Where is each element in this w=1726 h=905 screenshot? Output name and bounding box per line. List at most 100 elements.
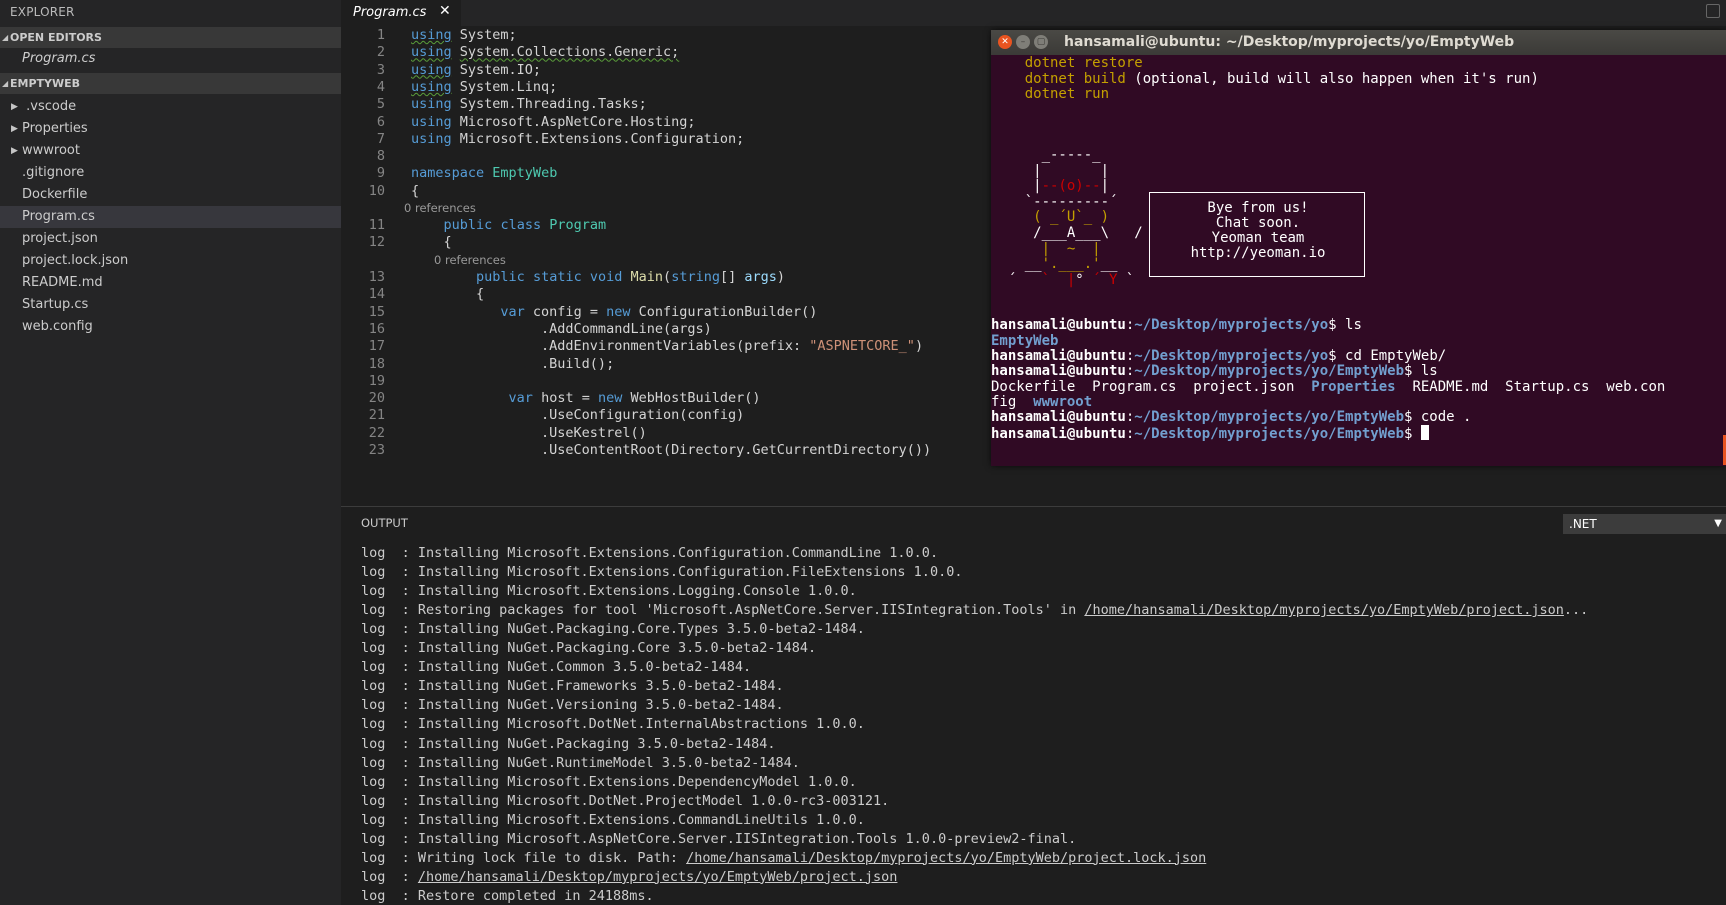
text-segment: ´ Y (1092, 271, 1118, 288)
yeoman-ascii-art: `---------´ (991, 194, 1118, 211)
line-number: 21 (368, 407, 385, 424)
tree-folder-vscode[interactable]: ▶ .vscode (0, 96, 341, 118)
code-text: using System.Linq; (411, 78, 557, 97)
project-header[interactable]: ◢ EMPTYWEB (0, 73, 341, 94)
text-segment: Microsoft.AspNetCore.Hosting; (451, 113, 696, 130)
text-segment (622, 269, 630, 285)
tree-file-program-cs[interactable]: Program.cs (0, 206, 341, 228)
tree-file-dockerfile[interactable]: Dockerfile (0, 184, 341, 206)
line-number: 7 (376, 130, 385, 147)
text-segment: System.IO; (451, 61, 542, 78)
output-line: log : Installing Microsoft.DotNet.Projec… (361, 792, 889, 811)
code-text: var config = new ConfigurationBuilder() (411, 303, 817, 322)
text-segment: $ ls (1328, 317, 1362, 334)
chevron-right-icon: ▶ (11, 124, 18, 134)
split-editor-icon[interactable] (1706, 4, 1720, 18)
text-segment (582, 269, 590, 285)
terminal-body[interactable]: Bye from us! Chat soon. Yeoman team http… (991, 55, 1726, 466)
text-segment: log : Installing Microsoft.Extensions.Co… (361, 811, 865, 828)
code-text: using Microsoft.AspNetCore.Hosting; (411, 113, 695, 132)
line-number: 22 (368, 424, 385, 441)
line-number: 6 (376, 113, 385, 130)
window-maximize-icon[interactable]: ▢ (1034, 35, 1048, 49)
text-segment: host = (532, 390, 598, 407)
text-segment: { (411, 234, 452, 251)
text-segment: $ ls (1404, 363, 1438, 380)
yeoman-ascii-art: _-----_ (991, 147, 1101, 164)
text-segment: /___A___\ / (991, 225, 1143, 241)
text-segment: hansamali@ubuntu (991, 425, 1126, 442)
text-segment: | (991, 178, 1042, 195)
tab-label: Program.cs (353, 5, 427, 20)
open-editors-header[interactable]: ◢ OPEN EDITORS (0, 27, 341, 48)
output-line: log : Restore completed in 24188ms. (361, 887, 654, 905)
tree-file-web-config[interactable]: web.config (0, 316, 341, 338)
output-line: log : Installing NuGet.Packaging.Core 3.… (361, 639, 816, 658)
code-text: .AddEnvironmentVariables(prefix: "ASPNET… (411, 337, 923, 356)
text-segment (991, 241, 1042, 257)
output-line: log : Installing NuGet.Frameworks 3.5.0-… (361, 677, 784, 696)
tree-folder-properties[interactable]: ▶ Properties (0, 118, 341, 140)
text-segment: Microsoft.Extensions.Configuration; (451, 130, 745, 147)
terminal-cursor (1420, 424, 1429, 440)
output-channel-select[interactable]: .NET ▼ (1563, 514, 1726, 534)
text-segment: using (411, 113, 452, 130)
close-icon[interactable]: ✕ (439, 3, 451, 19)
text-segment (541, 217, 549, 233)
tree-folder-wwwroot[interactable]: ▶ wwwroot (0, 140, 341, 162)
code-text: using System.Threading.Tasks; (411, 95, 647, 114)
tree-item-label: .gitignore (22, 165, 85, 180)
tree-file-startup-cs[interactable]: Startup.cs (0, 294, 341, 316)
tree-file-readme[interactable]: README.md (0, 272, 341, 294)
text-segment (411, 217, 444, 233)
text-segment: using (411, 61, 452, 78)
yeoman-ascii-art: | | (991, 163, 1109, 180)
tree-file-gitignore[interactable]: .gitignore (0, 162, 341, 184)
output-line: log : Installing NuGet.Versioning 3.5.0-… (361, 696, 784, 715)
code-text: .Build(); (411, 355, 614, 374)
text-segment: hansamali@ubuntu (991, 363, 1126, 380)
line-number: 17 (368, 338, 385, 355)
yeoman-ascii-art: ( _´U`_ ) (991, 209, 1109, 226)
codelens-references[interactable]: 0 references (434, 252, 506, 268)
text-segment: .Build(); (411, 355, 615, 372)
tree-item-label: README.md (22, 275, 103, 290)
line-number: 2 (376, 44, 385, 61)
text-segment: using (411, 78, 452, 95)
line-number: 19 (368, 372, 385, 389)
text-segment: ~/Desktop/myprojects/yo/EmptyWeb (1134, 425, 1405, 442)
text-segment: | | (991, 162, 1110, 179)
code-text: .UseKestrel() (411, 424, 647, 443)
terminal-window[interactable]: ✕ – ▢ hansamali@ubuntu: ~/Desktop/myproj… (991, 30, 1726, 466)
text-segment: var (508, 390, 533, 407)
yeoman-ascii-art: | ~ | (991, 241, 1101, 258)
text-segment: using (411, 44, 452, 61)
output-panel: OUTPUT .NET ▼ log : Installing Microsoft… (341, 506, 1726, 905)
terminal-titlebar[interactable]: ✕ – ▢ hansamali@ubuntu: ~/Desktop/myproj… (991, 30, 1726, 55)
tree-file-project-lock-json[interactable]: project.lock.json (0, 250, 341, 272)
terminal-line: dotnet build (optional, build will also … (991, 71, 1539, 88)
line-number: 5 (376, 96, 385, 113)
text-segment: /home/hansamali/Desktop/myprojects/yo/Em… (1084, 602, 1564, 619)
bubble-line: Yeoman team (1211, 230, 1305, 246)
text-segment: args (744, 269, 777, 285)
text-segment: ´ (991, 271, 1042, 288)
bubble-line: http://yeoman.io (1190, 245, 1326, 261)
tab-program-cs[interactable]: Program.cs ✕ (341, 0, 461, 26)
output-line: log : Installing Microsoft.Extensions.Co… (361, 811, 865, 830)
tree-item-label: project.lock.json (22, 253, 129, 268)
text-segment: public (476, 269, 525, 285)
output-line: log : Installing Microsoft.Extensions.Co… (361, 563, 962, 582)
codelens-references[interactable]: 0 references (404, 200, 476, 216)
tree-item-label: .vscode (22, 99, 77, 114)
text-segment: ` | (1041, 271, 1076, 288)
window-close-icon[interactable]: ✕ (998, 35, 1012, 49)
open-editor-item[interactable]: Program.cs (0, 48, 341, 70)
text-segment: $ code . (1404, 409, 1472, 426)
text-segment: log : Installing NuGet.Packaging.Core.Ty… (361, 621, 865, 638)
window-minimize-icon[interactable]: – (1016, 35, 1030, 49)
tree-item-label: project.json (22, 231, 98, 246)
tree-file-project-json[interactable]: project.json (0, 228, 341, 250)
text-segment: config = (524, 303, 607, 320)
code-text: using System.IO; (411, 61, 541, 80)
